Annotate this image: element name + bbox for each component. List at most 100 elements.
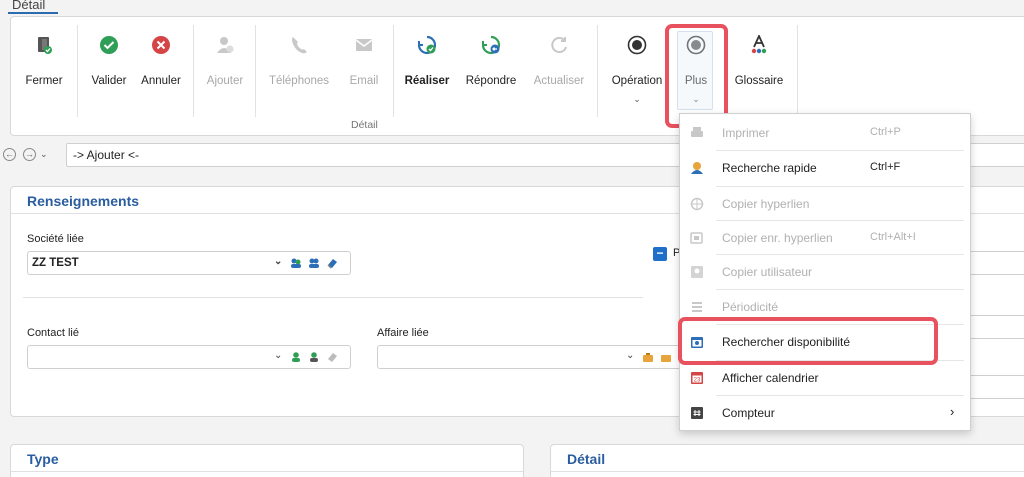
copy-user-icon (691, 266, 703, 278)
copy-record-icon (690, 232, 703, 244)
chevron-down-icon[interactable]: ⌄ (274, 256, 282, 267)
email-button[interactable]: Email (341, 17, 387, 117)
users-link-icon[interactable] (290, 257, 302, 269)
periodicity-icon (692, 302, 702, 312)
valider-label: Valider (91, 75, 127, 87)
valider-button[interactable]: Valider (87, 17, 131, 117)
eraser-icon[interactable] (326, 351, 338, 363)
ribbon-separator (77, 25, 78, 117)
menu-item-copier-utilisateur[interactable]: Copier utilisateur (680, 255, 972, 290)
section-divider (23, 297, 643, 298)
globe-link-icon (690, 197, 704, 211)
refresh-icon (551, 37, 567, 54)
menu-item-shortcut: Ctrl+Alt+I (870, 231, 916, 243)
calendar-icon: 23 (691, 372, 703, 384)
svg-text:23: 23 (694, 378, 701, 384)
tab-detail[interactable]: Détail (12, 0, 45, 12)
menu-item-label: Périodicité (722, 300, 779, 314)
contact-field[interactable]: ⌄ (27, 345, 351, 369)
societe-value: ZZ TEST (32, 257, 79, 269)
type-panel: Type (10, 444, 524, 477)
affaire-field[interactable]: ⌄ (377, 345, 697, 369)
operation-button[interactable]: Opération ⌄ (607, 17, 667, 117)
annuler-button[interactable]: Annuler (137, 17, 185, 117)
menu-item-copier-enr-hyperlien[interactable]: Copier enr. hyperlien Ctrl+Alt+I (680, 221, 972, 256)
panel-divider (551, 471, 1024, 472)
menu-item-recherche-rapide[interactable]: Recherche rapide Ctrl+F (680, 151, 972, 186)
menu-item-label: Afficher calendrier (722, 371, 819, 385)
forward-icon[interactable]: → (23, 148, 36, 161)
check-circle-icon (100, 36, 118, 54)
detail-panel: Détail (550, 444, 1024, 477)
annuler-label: Annuler (141, 75, 181, 87)
history-done-icon (417, 35, 437, 55)
printer-icon (691, 127, 703, 137)
realiser-label: Réaliser (404, 75, 450, 87)
ajouter-label: Ajouter (206, 75, 244, 87)
menu-item-label: Copier enr. hyperlien (722, 231, 833, 245)
chevron-down-icon[interactable]: ⌄ (626, 350, 634, 361)
record-title-value: -> Ajouter <- (73, 148, 140, 162)
radio-circle-icon (627, 35, 647, 55)
repondre-button[interactable]: Répondre (459, 17, 523, 117)
menu-item-imprimer[interactable]: Imprimer Ctrl+P (680, 116, 972, 151)
menu-item-afficher-calendrier[interactable]: 23 Afficher calendrier (680, 361, 972, 396)
actualiser-label: Actualiser (533, 75, 585, 87)
menu-item-label: Compteur (722, 406, 775, 420)
quick-search-icon (691, 162, 703, 174)
email-icon (355, 39, 373, 51)
ribbon-separator (255, 25, 256, 117)
rechercher-disponibilite-highlight-box (678, 317, 938, 365)
fermer-button[interactable]: Fermer (17, 17, 71, 117)
phone-icon (292, 37, 307, 54)
reply-icon (481, 35, 501, 55)
eraser-icon[interactable] (326, 257, 338, 269)
glossaire-label: Glossaire (734, 75, 784, 87)
affaire-label: Affaire liée (377, 327, 429, 339)
menu-item-shortcut: Ctrl+F (870, 161, 901, 173)
briefcase-icon[interactable] (642, 351, 654, 363)
telephones-label: Téléphones (268, 75, 330, 87)
actualiser-button[interactable]: Actualiser (527, 17, 591, 117)
repondre-label: Répondre (465, 75, 517, 87)
panel-divider (11, 471, 523, 472)
checkbox-icon[interactable]: − (653, 247, 667, 261)
door-exit-icon (38, 37, 52, 54)
renseignements-title: Renseignements (27, 193, 140, 209)
type-title: Type (27, 451, 59, 467)
menu-item-label: Copier hyperlien (722, 197, 810, 211)
briefcase-search-icon[interactable] (660, 351, 672, 363)
ribbon-separator (597, 25, 598, 117)
contact-link-icon[interactable] (290, 351, 302, 363)
add-user-icon (217, 37, 234, 53)
glossaire-button[interactable]: Glossaire (729, 17, 789, 117)
fermer-label: Fermer (25, 75, 63, 87)
chevron-down-icon[interactable]: ⌄ (274, 350, 282, 361)
menu-item-shortcut: Ctrl+P (870, 126, 901, 138)
realiser-button[interactable]: Réaliser (401, 17, 453, 117)
back-icon[interactable]: ← (3, 148, 16, 161)
plus-dropdown-menu: Imprimer Ctrl+P Recherche rapide Ctrl+F … (679, 113, 971, 431)
operation-label: Opération (611, 75, 663, 87)
cancel-circle-icon (152, 36, 170, 54)
font-color-icon (751, 35, 767, 54)
menu-item-label: Copier utilisateur (722, 265, 813, 279)
email-label: Email (349, 75, 379, 87)
chevron-down-icon: ⌄ (633, 94, 641, 104)
menu-item-label: Imprimer (722, 126, 770, 140)
societe-label: Société liée (27, 233, 84, 245)
ribbon-group-label: Détail (351, 119, 378, 131)
users-search-icon[interactable] (308, 257, 320, 269)
contact-search-icon[interactable] (308, 351, 320, 363)
menu-item-compteur[interactable]: Compteur › (680, 396, 972, 431)
menu-item-copier-hyperlien[interactable]: Copier hyperlien (680, 187, 972, 222)
contact-label: Contact lié (27, 327, 79, 339)
tab-underline (8, 12, 58, 14)
ribbon-separator (193, 25, 194, 117)
societe-field[interactable]: ZZ TEST ⌄ (27, 251, 351, 275)
history-dropdown-icon[interactable]: ⌄ (40, 149, 48, 160)
detail-title: Détail (567, 451, 606, 467)
ajouter-button[interactable]: Ajouter (203, 17, 247, 117)
telephones-button[interactable]: Téléphones (261, 17, 337, 117)
counter-icon (691, 407, 703, 419)
